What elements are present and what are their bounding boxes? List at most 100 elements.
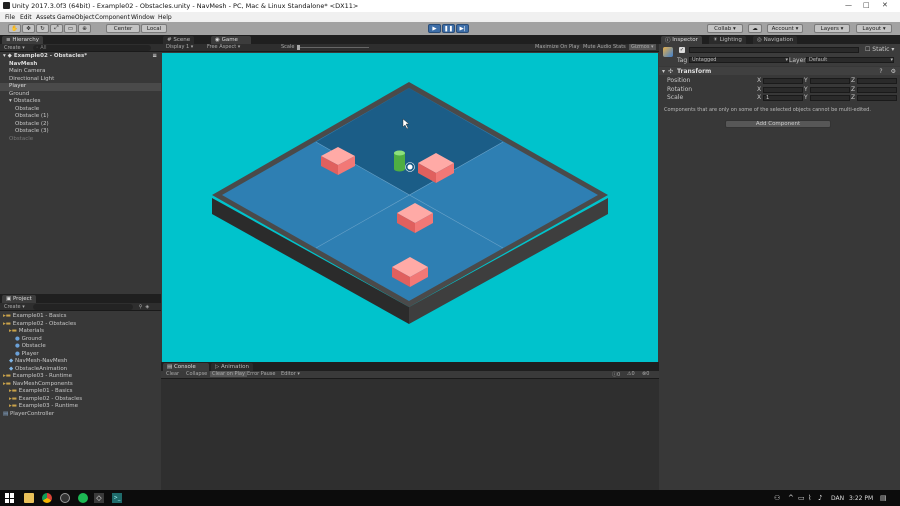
console-error-pause-button[interactable]: Error Pause <box>247 371 275 377</box>
move-tool-button[interactable]: ✥ <box>22 24 35 33</box>
hierarchy-item[interactable]: Ground <box>0 91 161 99</box>
hierarchy-item[interactable]: ▾ Obstacles <box>0 98 161 106</box>
project-item[interactable]: ▸▬ Example03 - Runtime <box>0 373 161 381</box>
hierarchy-item[interactable]: Obstacle (3) <box>0 128 161 136</box>
tray-battery-icon[interactable]: ▭ <box>798 494 805 502</box>
play-button[interactable]: ▶ <box>428 24 441 33</box>
console-clear-on-play-button[interactable]: Clear on Play <box>210 371 247 377</box>
tray-user-label[interactable]: DAN <box>831 495 844 502</box>
tab-game[interactable]: ◉ Game <box>211 36 251 44</box>
project-item[interactable]: ▤ PlayerController <box>0 411 161 419</box>
filter-icon[interactable]: ⚲ <box>139 304 143 310</box>
transform-header[interactable]: ▾ ✣ Transform ? ⚙ <box>659 67 900 75</box>
label-icon[interactable]: ◈ <box>145 304 149 310</box>
collab-dropdown[interactable]: Collab ▾ <box>707 24 743 33</box>
tray-volume-icon[interactable]: ♪ <box>818 494 822 502</box>
tab-console[interactable]: ▤ Console <box>163 363 209 371</box>
transform-y-field[interactable] <box>810 78 850 84</box>
project-item[interactable]: ◆ ObstacleAnimation <box>0 366 161 374</box>
minimize-icon[interactable]: — <box>845 1 852 9</box>
terminal-icon[interactable]: >_ <box>112 493 122 503</box>
game-viewport[interactable] <box>162 53 658 362</box>
maximize-on-play-toggle[interactable]: Maximize On Play <box>535 44 579 50</box>
hierarchy-search-input[interactable]: ◦ All <box>32 44 151 51</box>
project-create-button[interactable]: Create ▾ <box>4 304 25 310</box>
project-item[interactable]: ▸▬ Example02 - Obstacles <box>0 396 161 404</box>
console-warning-count[interactable]: ⚠0 <box>627 371 635 377</box>
chrome-icon[interactable] <box>42 493 52 503</box>
pause-button[interactable]: ❚❚ <box>442 24 455 33</box>
hierarchy-item[interactable]: Directional Light <box>0 76 161 84</box>
display-dropdown[interactable]: Display 1 ▾ <box>166 44 193 50</box>
project-item[interactable]: ● Obstacle <box>0 343 161 351</box>
tray-people-icon[interactable]: ⚇ <box>774 494 780 502</box>
project-item[interactable]: ▸▬ Example01 - Basics <box>0 388 161 396</box>
project-item[interactable]: ▸▬ Materials <box>0 328 161 336</box>
rotate-tool-button[interactable]: ↻ <box>36 24 49 33</box>
obs-icon[interactable] <box>60 493 70 503</box>
console-info-count[interactable]: ⓘ0 <box>612 371 620 378</box>
tab-lighting[interactable]: ☀ Lighting <box>709 36 746 44</box>
hierarchy-item[interactable]: Obstacle (2) <box>0 121 161 129</box>
project-search-input[interactable] <box>32 303 133 310</box>
menu-assets[interactable]: Assets <box>36 14 56 21</box>
unity-taskbar-icon[interactable]: ◇ <box>94 493 104 503</box>
layout-dropdown[interactable]: Layout ▾ <box>856 24 892 33</box>
static-checkbox[interactable]: ☐ Static ▾ <box>865 46 894 53</box>
maximize-icon[interactable]: □ <box>863 1 870 9</box>
console-editor-dropdown[interactable]: Editor ▾ <box>281 371 300 377</box>
menu-gameobject[interactable]: GameObject <box>57 14 94 21</box>
pivot-toggle-button[interactable]: Center <box>106 24 140 33</box>
rect-tool-button[interactable]: ▭ <box>64 24 77 33</box>
project-item[interactable]: ▸▬ NavMeshComponents <box>0 381 161 389</box>
tab-navigation[interactable]: ◎ Navigation <box>753 36 798 44</box>
layers-dropdown[interactable]: Layers ▾ <box>814 24 850 33</box>
tray-chevron-icon[interactable]: ^ <box>788 494 794 502</box>
hierarchy-item[interactable]: Obstacle <box>0 136 161 144</box>
transform-help-icon[interactable]: ? <box>879 68 882 75</box>
cloud-button[interactable]: ☁ <box>748 24 762 33</box>
active-checkbox[interactable]: ✓ <box>679 47 685 53</box>
stats-toggle[interactable]: Stats <box>613 44 626 50</box>
hierarchy-create-button[interactable]: Create ▾ <box>4 45 25 51</box>
transform-x-field[interactable]: 1 <box>763 95 803 101</box>
hierarchy-item[interactable]: NavMesh <box>0 61 161 69</box>
console-clear-button[interactable]: Clear <box>166 371 179 377</box>
project-item[interactable]: ▸▬ Example01 - Basics <box>0 313 161 321</box>
hierarchy-item[interactable]: Player <box>0 83 161 91</box>
menu-component[interactable]: Component <box>95 14 130 21</box>
transform-y-field[interactable] <box>810 95 850 101</box>
account-dropdown[interactable]: Account ▾ <box>767 24 803 33</box>
layer-dropdown[interactable]: Default ▾ <box>806 57 894 63</box>
transform-settings-icon[interactable]: ⚙ <box>891 68 896 75</box>
transform-z-field[interactable] <box>857 95 897 101</box>
tab-inspector[interactable]: ⓘ Inspector <box>661 36 702 44</box>
hierarchy-item[interactable]: Obstacle (1) <box>0 113 161 121</box>
console-error-count[interactable]: ⊗0 <box>642 371 649 377</box>
transform-x-field[interactable] <box>763 78 803 84</box>
project-item[interactable]: ● Ground <box>0 336 161 344</box>
transform-z-field[interactable] <box>857 78 897 84</box>
gameobject-name-input[interactable] <box>689 47 859 53</box>
scale-slider[interactable] <box>297 45 369 50</box>
project-item[interactable]: ● Player <box>0 351 161 359</box>
transform-x-field[interactable] <box>763 86 803 93</box>
space-toggle-button[interactable]: Local <box>141 24 167 33</box>
tab-scene[interactable]: # Scene <box>163 36 195 44</box>
spotify-icon[interactable] <box>78 493 88 503</box>
console-collapse-button[interactable]: Collapse <box>186 371 207 377</box>
menu-window[interactable]: Window <box>131 14 155 21</box>
menu-file[interactable]: File <box>5 14 15 21</box>
tab-animation[interactable]: ▷ Animation <box>211 363 254 371</box>
menu-help[interactable]: Help <box>158 14 172 21</box>
tab-project[interactable]: ▣ Project <box>2 295 36 303</box>
add-component-button[interactable]: Add Component <box>725 120 831 128</box>
scene-root[interactable]: ▾ ◆ Example02 - Obstacles* ≡ <box>0 53 161 61</box>
close-icon[interactable]: ✕ <box>882 1 888 9</box>
scale-tool-button[interactable]: ⤢ <box>50 24 63 33</box>
gizmos-dropdown[interactable]: Gizmos ▾ <box>629 44 656 50</box>
transform-y-field[interactable] <box>810 86 850 93</box>
project-item[interactable]: ▸▬ Example03 - Runtime <box>0 403 161 411</box>
project-item[interactable]: ◆ NavMesh-NavMesh <box>0 358 161 366</box>
mute-audio-toggle[interactable]: Mute Audio <box>583 44 611 50</box>
